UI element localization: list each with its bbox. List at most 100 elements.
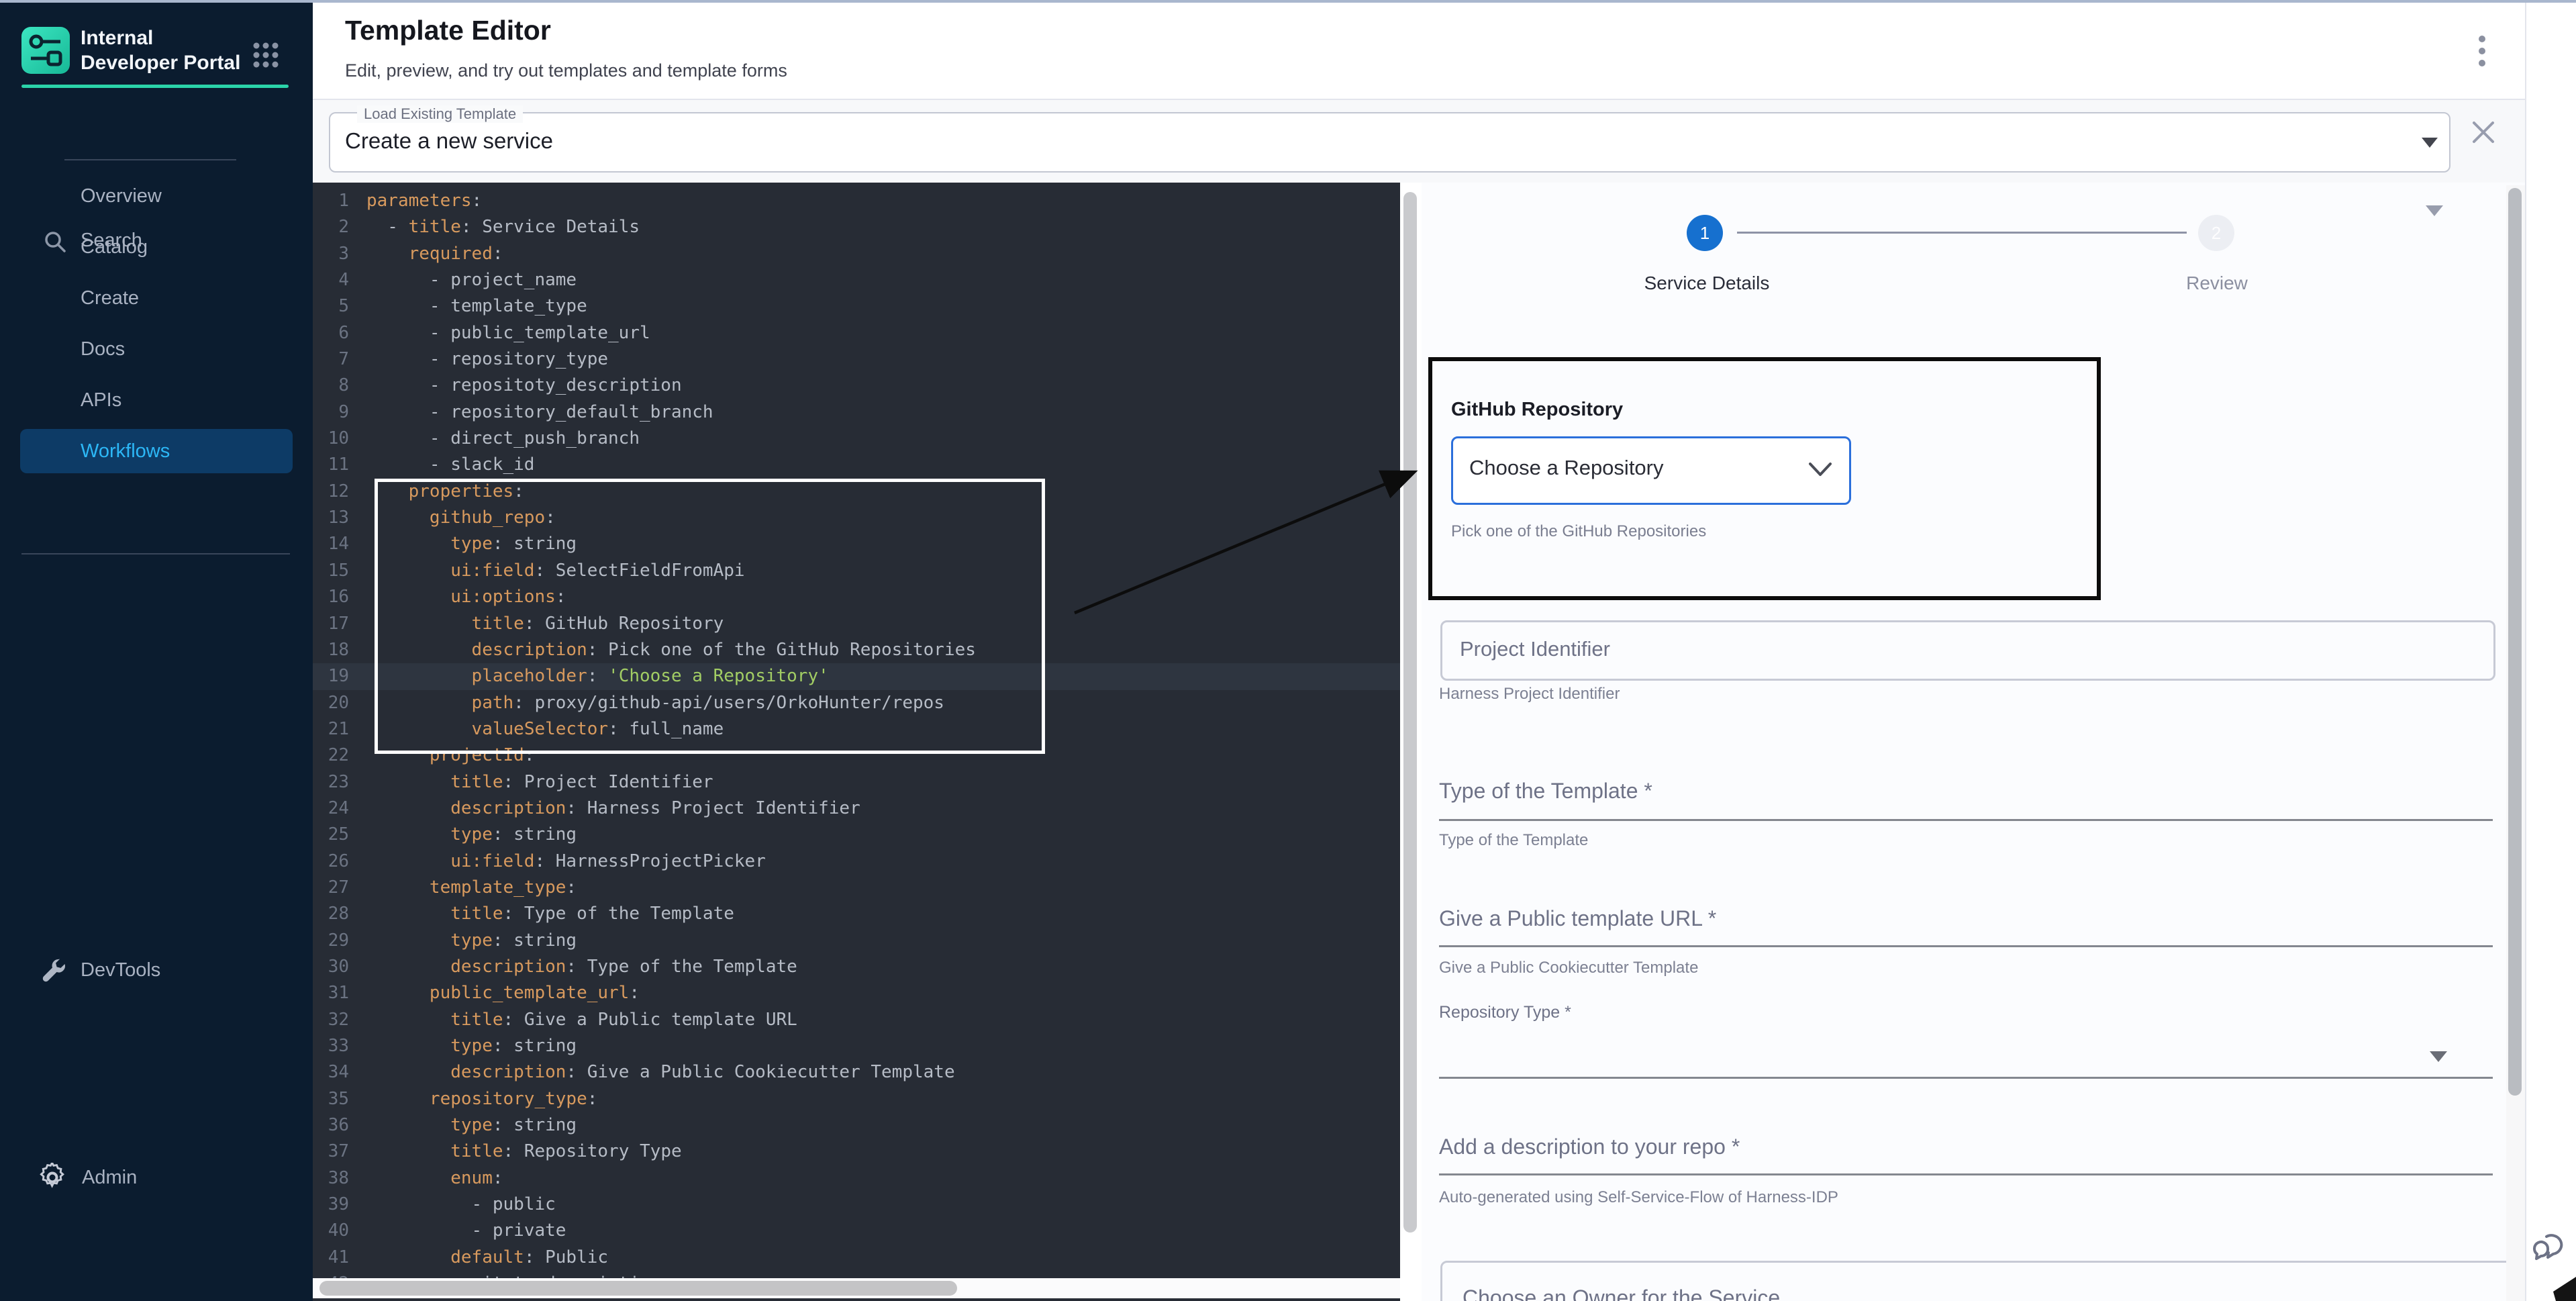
apps-grid-icon[interactable] — [252, 42, 279, 72]
code-line[interactable]: 40 - private — [313, 1218, 1400, 1244]
kebab-menu-icon[interactable] — [2478, 35, 2486, 72]
code-line[interactable]: 18 description: Pick one of the GitHub R… — [313, 637, 1400, 663]
code-line[interactable]: 22 projectId: — [313, 742, 1400, 769]
code-line[interactable]: 36 type: string — [313, 1112, 1400, 1139]
code-line[interactable]: 7 - repository_type — [313, 346, 1400, 373]
code-line[interactable]: 2 - title: Service Details — [313, 214, 1400, 240]
editor-vertical-scrollbar[interactable] — [1400, 183, 1422, 1301]
stepper-step1-circle[interactable]: 1 — [1687, 215, 1723, 251]
code-line[interactable]: 32 title: Give a Public template URL — [313, 1007, 1400, 1033]
code-line[interactable]: 39 - public — [313, 1192, 1400, 1218]
sidebar-item-admin[interactable]: Admin — [0, 577, 313, 628]
owner-select[interactable]: Choose an Owner for the Service — [1440, 1261, 2518, 1301]
page-title: Template Editor — [345, 15, 551, 46]
code-line[interactable]: 34 description: Give a Public Cookiecutt… — [313, 1059, 1400, 1086]
sidebar-item-create[interactable]: Create — [0, 273, 313, 324]
code-line[interactable]: 26 ui:field: HarnessProjectPicker — [313, 849, 1400, 875]
dropdown-arrow-icon[interactable] — [2426, 205, 2443, 216]
code-line[interactable]: 41 default: Public — [313, 1245, 1400, 1271]
line-number: 9 — [319, 399, 349, 426]
code-line[interactable]: 6 - public_template_url — [313, 320, 1400, 346]
code-line[interactable]: 1parameters: — [313, 188, 1400, 214]
page-subtitle: Edit, preview, and try out templates and… — [345, 60, 787, 81]
code-line[interactable]: 12 properties: — [313, 479, 1400, 505]
chevron-down-icon[interactable] — [2422, 138, 2438, 148]
repository-type-label: Repository Type * — [1439, 1003, 1571, 1022]
editor-vscroll-thumb[interactable] — [1403, 192, 1417, 1233]
repo-description-field[interactable]: Add a description to your repo * — [1439, 1135, 1740, 1159]
sidebar-item-help[interactable]: ? Help — [0, 1160, 313, 1211]
stepper-connector — [1737, 232, 2187, 234]
code-line[interactable]: 31 public_template_url: — [313, 980, 1400, 1006]
code-line[interactable]: 19 placeholder: 'Choose a Repository' — [313, 663, 1400, 689]
github-repository-label: GitHub Repository — [1451, 399, 1623, 421]
code-line[interactable]: 20 path: proxy/github-api/users/OrkoHunt… — [313, 690, 1400, 716]
panel-vertical-scrollbar[interactable] — [2506, 185, 2525, 1301]
line-number: 33 — [319, 1033, 349, 1059]
editor-horizontal-scrollbar[interactable] — [313, 1278, 1400, 1298]
code-line[interactable]: 4 - project_name — [313, 267, 1400, 293]
public-template-url-field[interactable]: Give a Public template URL * — [1439, 906, 1716, 931]
sidebar-item-overview[interactable]: Overview — [0, 171, 313, 222]
project-identifier-select[interactable]: Project Identifier — [1440, 620, 2495, 681]
yaml-code-editor[interactable]: 1parameters:2 - title: Service Details3 … — [313, 183, 1400, 1301]
line-number: 36 — [319, 1112, 349, 1139]
sidebar-item-catalog[interactable]: Catalog — [0, 222, 313, 273]
template-editor-page: Internal Developer Portal Search Overvi — [0, 0, 2576, 1301]
sidebar-item-docs[interactable]: Docs — [0, 324, 313, 375]
line-number: 29 — [319, 928, 349, 954]
dropdown-arrow-icon[interactable] — [2430, 1051, 2447, 1062]
line-number: 22 — [319, 742, 349, 769]
repo-description-helper: Auto-generated using Self-Service-Flow o… — [1439, 1188, 1838, 1207]
line-number: 24 — [319, 796, 349, 822]
template-type-field[interactable]: Type of the Template * — [1439, 779, 1652, 804]
code-line[interactable]: 13 github_repo: — [313, 505, 1400, 531]
stepper-step2-circle[interactable]: 2 — [2198, 215, 2234, 251]
code-line[interactable]: 17 title: GitHub Repository — [313, 611, 1400, 637]
sidebar-user[interactable]: HM Himanshu Mishra — [0, 1235, 313, 1286]
code-line[interactable]: 8 - repositoty_description — [313, 373, 1400, 399]
code-line[interactable]: 29 type: string — [313, 928, 1400, 954]
project-identifier-placeholder: Project Identifier — [1460, 637, 1610, 661]
chat-bubbles-icon[interactable] — [2533, 1228, 2571, 1269]
github-repository-select[interactable]: Choose a Repository — [1451, 436, 1851, 505]
line-number: 35 — [319, 1086, 349, 1112]
code-line[interactable]: 35 repository_type: — [313, 1086, 1400, 1112]
sidebar-item-label: Create — [81, 287, 139, 309]
line-number: 8 — [319, 373, 349, 399]
code-line[interactable]: 38 enum: — [313, 1165, 1400, 1192]
code-line[interactable]: 10 - direct_push_branch — [313, 426, 1400, 452]
editor-hscroll-thumb[interactable] — [319, 1281, 957, 1296]
code-line[interactable]: 3 required: — [313, 241, 1400, 267]
panel-vscroll-thumb[interactable] — [2508, 188, 2522, 1096]
line-number: 37 — [319, 1139, 349, 1165]
code-line[interactable]: 5 - template_type — [313, 293, 1400, 320]
code-line[interactable]: 9 - repository_default_branch — [313, 399, 1400, 426]
load-template-select[interactable]: Load Existing Template Create a new serv… — [329, 112, 2450, 173]
line-number: 4 — [319, 267, 349, 293]
code-line[interactable]: 14 type: string — [313, 531, 1400, 557]
sidebar-item-label: Overview — [81, 185, 162, 207]
sidebar-item-devtools[interactable]: DevTools — [0, 473, 313, 524]
close-icon[interactable] — [2469, 117, 2498, 150]
code-line[interactable]: 30 description: Type of the Template — [313, 954, 1400, 980]
sidebar-item-apis[interactable]: APIs — [0, 375, 313, 426]
code-line[interactable]: 24 description: Harness Project Identifi… — [313, 796, 1400, 822]
code-line[interactable]: 27 template_type: — [313, 875, 1400, 901]
app-logo[interactable] — [21, 27, 70, 74]
code-line[interactable]: 37 title: Repository Type — [313, 1139, 1400, 1165]
line-number: 26 — [319, 849, 349, 875]
code-line[interactable]: 11 - slack_id — [313, 452, 1400, 478]
code-line[interactable]: 25 type: string — [313, 822, 1400, 848]
code-line[interactable]: 28 title: Type of the Template — [313, 901, 1400, 927]
line-number: 25 — [319, 822, 349, 848]
code-line[interactable]: 15 ui:field: SelectFieldFromApi — [313, 558, 1400, 584]
code-line[interactable]: 33 type: string — [313, 1033, 1400, 1059]
sidebar-item-workflows[interactable]: Workflows — [0, 426, 313, 477]
code-line[interactable]: 21 valueSelector: full_name — [313, 716, 1400, 742]
line-number: 16 — [319, 584, 349, 610]
repository-type-underline[interactable] — [1439, 1077, 2493, 1079]
sidebar-item-search[interactable]: Search — [0, 109, 313, 160]
code-line[interactable]: 16 ui:options: — [313, 584, 1400, 610]
code-line[interactable]: 23 title: Project Identifier — [313, 769, 1400, 796]
